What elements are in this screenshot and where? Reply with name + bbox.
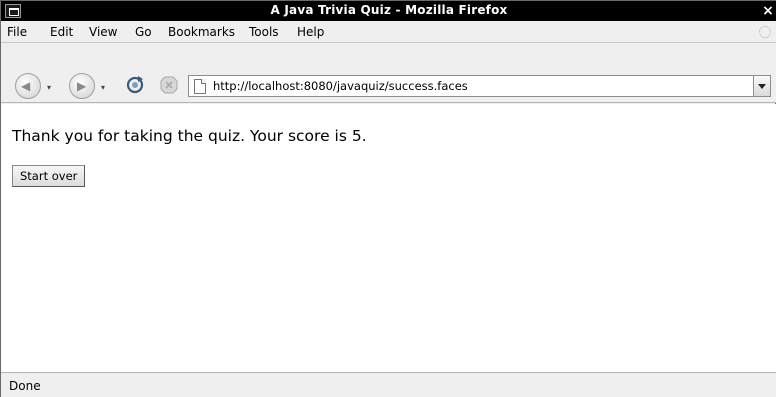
window-title: A Java Trivia Quiz - Mozilla Firefox <box>270 3 508 17</box>
title-bar: A Java Trivia Quiz - Mozilla Firefox × <box>1 1 776 21</box>
menu-help[interactable]: Help <box>297 25 324 39</box>
result-message: Thank you for taking the quiz. Your scor… <box>12 127 367 145</box>
close-icon[interactable]: × <box>761 3 775 19</box>
browser-window: A Java Trivia Quiz - Mozilla Firefox × F… <box>0 0 776 397</box>
status-bar: Done <box>1 372 776 397</box>
url-text[interactable]: http://localhost:8080/javaquiz/success.f… <box>213 79 468 93</box>
navigation-toolbar: ◀ ▾ ▶ ▾ http://localhost:8080/javaquiz/s… <box>1 43 776 103</box>
menu-tools[interactable]: Tools <box>249 25 279 39</box>
menu-view[interactable]: View <box>89 25 117 39</box>
back-button[interactable]: ◀ <box>15 73 41 99</box>
address-bar[interactable]: http://localhost:8080/javaquiz/success.f… <box>188 75 771 97</box>
page-content: Thank you for taking the quiz. Your scor… <box>1 104 776 372</box>
forward-button[interactable]: ▶ <box>69 73 95 99</box>
menu-go[interactable]: Go <box>135 25 152 39</box>
menu-file[interactable]: File <box>7 25 27 39</box>
url-dropdown-button[interactable] <box>753 75 771 97</box>
back-history-dropdown-icon[interactable]: ▾ <box>47 83 51 92</box>
status-text: Done <box>9 379 41 393</box>
forward-arrow-icon: ▶ <box>77 79 87 93</box>
throbber-icon <box>759 26 771 38</box>
stop-icon[interactable] <box>160 76 178 94</box>
menu-edit[interactable]: Edit <box>50 25 73 39</box>
forward-history-dropdown-icon[interactable]: ▾ <box>101 83 105 92</box>
back-arrow-icon: ◀ <box>21 79 31 93</box>
reload-icon[interactable] <box>124 74 146 96</box>
menu-bookmarks[interactable]: Bookmarks <box>168 25 235 39</box>
menu-bar: File Edit View Go Bookmarks Tools Help <box>1 21 776 43</box>
page-icon <box>194 79 206 94</box>
start-over-button[interactable]: Start over <box>12 165 86 187</box>
